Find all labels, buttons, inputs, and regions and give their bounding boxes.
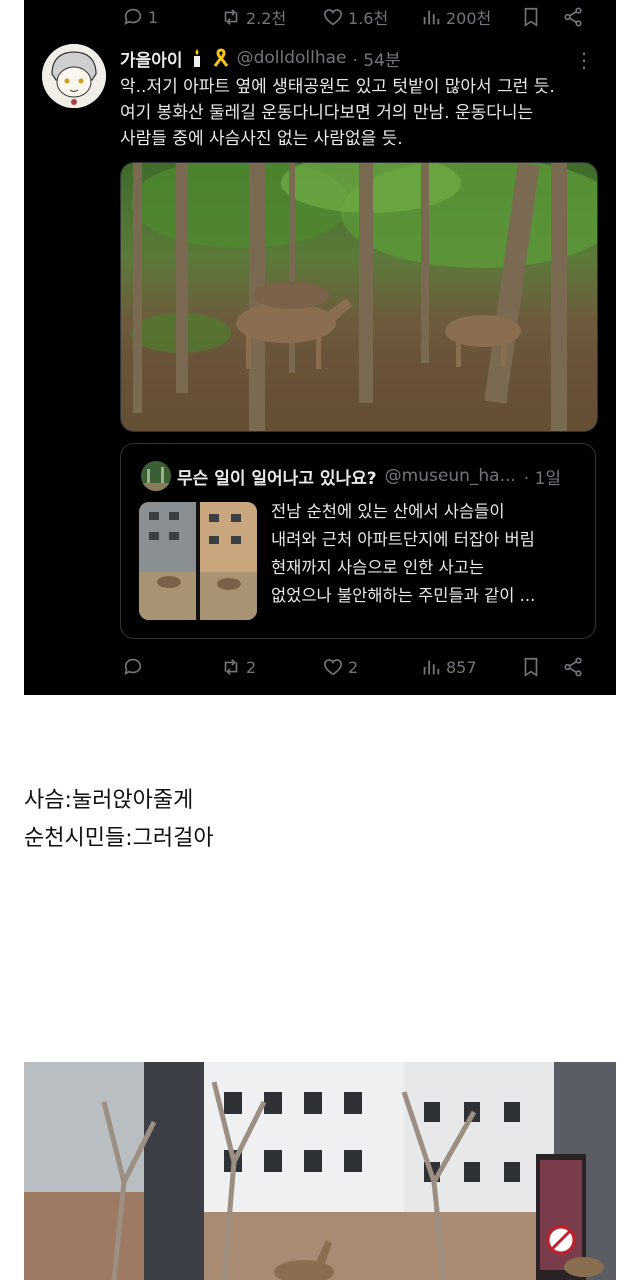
tweet-actions: 2 2 857 [24,650,616,684]
caption-line: 순천시민들:그러걸아 [24,826,214,851]
repost-button[interactable]: 2.2천 [220,6,286,28]
apartment-deer-photo [24,1062,616,1280]
quoted-avatar[interactable] [141,461,171,491]
quoted-text-line: 전남 순천에 있는 산에서 사슴들이 [271,502,505,521]
reply-count: 1 [148,7,159,27]
share-icon [564,657,582,677]
quoted-avatar-image [141,461,171,491]
tweet-card: 1 2.2천 1.6천 200천 가을아이 @dolldollhae · 54분… [24,0,616,695]
quoted-thumbnail[interactable] [139,502,257,620]
avatar-illustration-icon [42,44,106,108]
views-count: 200천 [446,9,492,28]
repost-count: 2.2천 [246,9,287,28]
avatar[interactable] [42,44,106,108]
tweet-text-line: 악..저기 아파트 옆에 생태공원도 있고 텃밭이 많아서 그런 듯. [120,77,555,97]
quoted-handle[interactable]: @museun_ha... [385,466,516,486]
views-count: 857 [446,657,477,677]
tweet-text-line: 사람들 중에 사슴사진 없는 사람없을 듯. [120,129,403,149]
post-time: · 54분 [352,50,401,71]
candle-icon [193,49,200,67]
reply-button[interactable] [122,656,148,678]
views-icon [423,10,440,25]
tweet-photo-deer-forest[interactable] [120,162,598,432]
forest-deer-image [121,163,597,431]
bookmark-button[interactable] [520,6,542,28]
tweet-text-line: 여기 봉화산 둘레길 운동다니다보면 거의 만남. 운동다니는 [120,103,534,123]
bookmark-button[interactable] [520,656,542,678]
share-button[interactable] [562,6,584,28]
repost-button[interactable]: 2 [220,656,256,678]
previous-tweet-actions: 1 2.2천 1.6천 200천 [24,0,616,34]
repost-icon [224,9,238,25]
quoted-text-line: 현재까지 사슴으로 인한 사고는 [271,558,485,577]
reply-icon [124,658,142,675]
share-icon [564,7,582,27]
heart-icon [323,9,343,26]
quoted-display-name[interactable]: 무슨 일이 일어나고 있나요? [177,464,377,489]
quoted-thumbnail-image [139,502,257,620]
repost-icon [224,659,238,675]
share-button[interactable] [562,656,584,678]
quoted-text-line: 없었으나 불안해하는 주민들과 같이 ... [271,586,536,605]
tweet-text: 악..저기 아파트 옆에 생태공원도 있고 텃밭이 많아서 그런 듯. 여기 봉… [120,74,606,152]
bookmark-icon [524,7,538,27]
views-icon [423,660,440,675]
bookmark-icon [524,657,538,677]
reply-icon [124,8,142,25]
views-button[interactable]: 857 [420,656,477,678]
quoted-tweet[interactable]: 무슨 일이 일어나고 있나요? @museun_ha... · 1일 전남 순천… [120,443,596,639]
heart-icon [323,659,343,676]
like-count: 2 [348,657,359,677]
quoted-text: 전남 순천에 있는 산에서 사슴들이 내려와 근처 아파트단지에 터잡아 버림 … [271,498,581,610]
tweet-header: 가을아이 @dolldollhae · 54분 [120,46,596,71]
like-button[interactable]: 2 [322,656,358,678]
views-button[interactable]: 200천 [420,6,491,28]
yellow-ribbon-icon [213,48,228,67]
quoted-text-line: 내려와 근처 아파트단지에 터잡아 버림 [271,530,535,549]
reply-button[interactable]: 1 [122,6,158,28]
display-name[interactable]: 가을아이 [120,46,183,71]
user-handle[interactable]: @dolldollhae [237,48,347,68]
repost-count: 2 [246,657,257,677]
more-options-icon[interactable]: ⋮ [574,48,594,72]
caption-line: 사슴:눌러앉아줄게 [24,788,194,813]
quoted-header: 무슨 일이 일어나고 있나요? @museun_ha... · 1일 [177,462,575,490]
quoted-time: · 1일 [523,468,562,489]
like-count: 1.6천 [348,9,389,28]
like-button[interactable]: 1.6천 [322,6,388,28]
apartment-deer-image [24,1062,616,1280]
